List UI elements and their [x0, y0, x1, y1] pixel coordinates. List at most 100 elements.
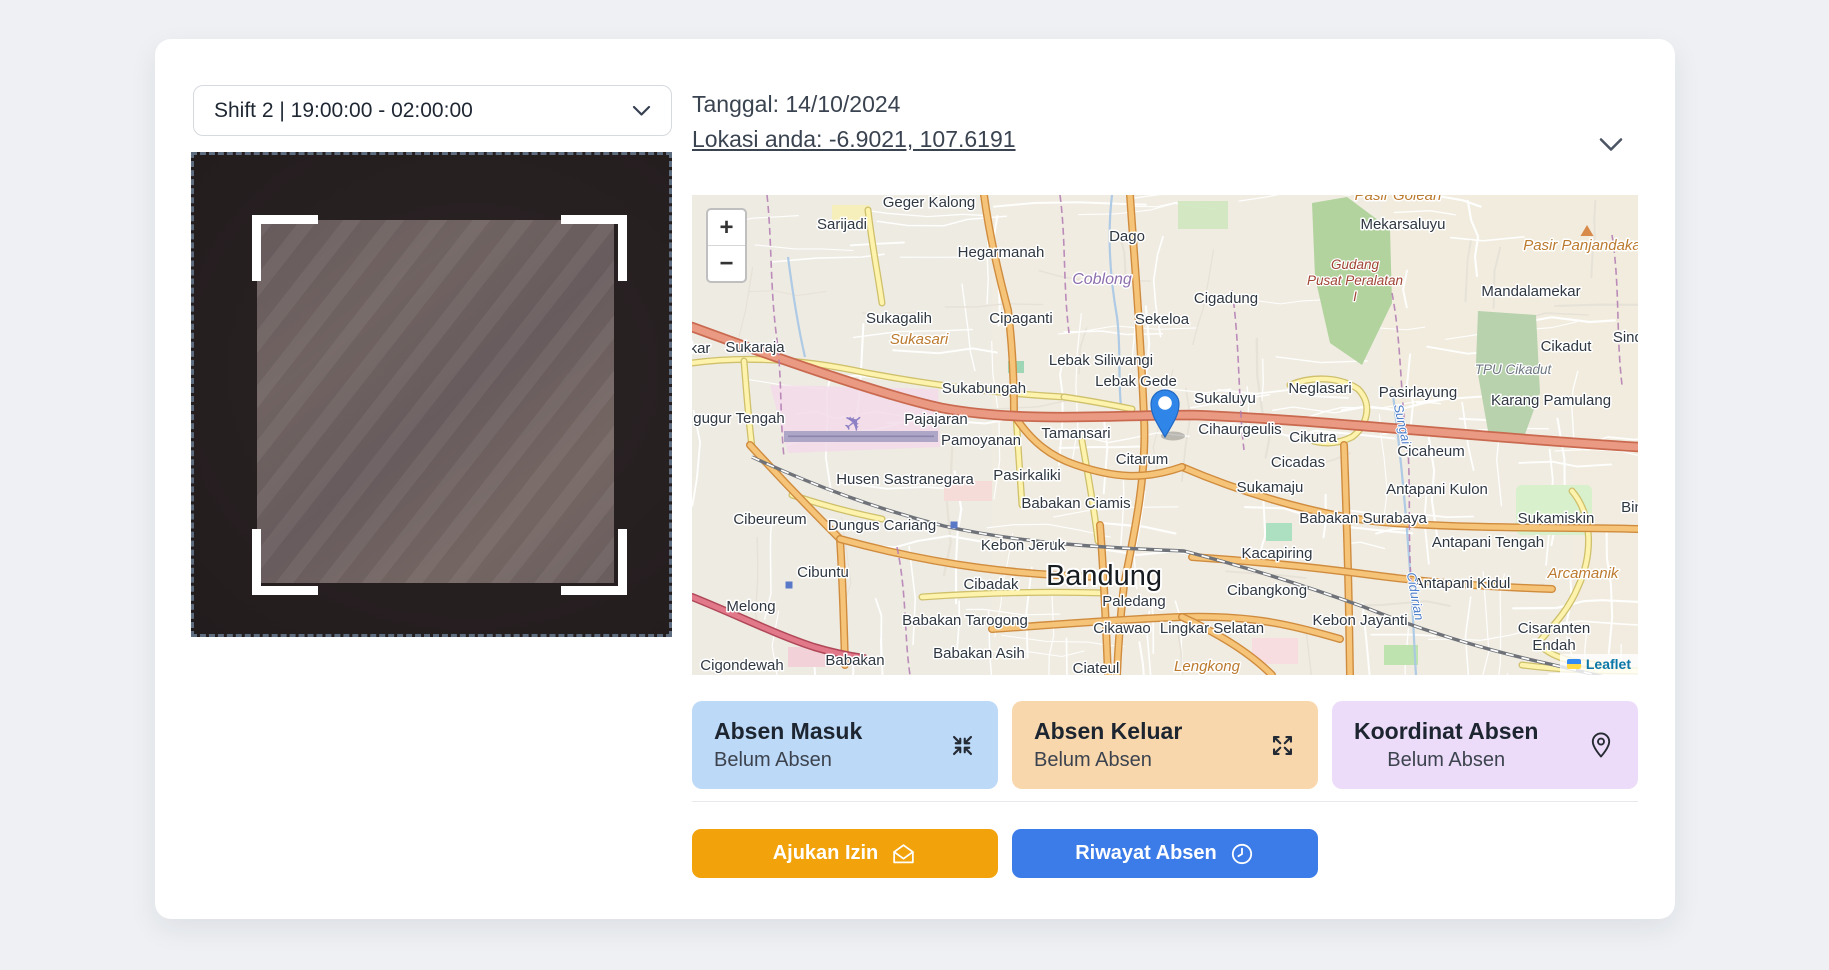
map-label: Babakan	[825, 652, 884, 669]
map-label: Sukaraja	[725, 339, 785, 356]
map-label: Husen Sastranegara	[836, 471, 974, 488]
map-label: Kacapiring	[1242, 545, 1313, 562]
date-label: Tanggal: 14/10/2024	[692, 91, 1016, 118]
map-label: Sarijadi	[817, 216, 867, 233]
map-label: Dago	[1109, 228, 1145, 245]
map-label: Cibeureum	[733, 511, 806, 528]
card-title: Absen Keluar	[1034, 718, 1182, 745]
map-label: Cihaurgeulis	[1198, 421, 1281, 438]
map-label: kar	[692, 340, 710, 357]
map-zoom-control: + −	[706, 208, 747, 283]
map-label: Cicadas	[1271, 454, 1325, 471]
card-status: Belum Absen	[714, 749, 862, 772]
map-label: Ciateul	[1073, 660, 1120, 675]
expand-arrows-icon	[1269, 732, 1296, 759]
map-label: Kebon Jeruk	[981, 537, 1066, 554]
frame-bracket-icon	[561, 529, 627, 595]
zoom-in-button[interactable]: +	[708, 210, 745, 246]
leaflet-map[interactable]: ✈Geger KalongSarijadiHegarmanahDagoSukag…	[692, 195, 1638, 675]
date-location-header: Tanggal: 14/10/2024 Lokasi anda: -6.9021…	[692, 91, 1016, 153]
map-label: Lebak Siliwangi	[1049, 352, 1153, 369]
card-title: Absen Masuk	[714, 718, 862, 745]
map-label: Pamoyanan	[941, 432, 1021, 449]
card-status: Belum Absen	[1034, 749, 1182, 772]
map-label: Cipaganti	[989, 310, 1052, 327]
map-label: Sukasari	[890, 331, 949, 348]
attribution-link: Leaflet	[1586, 656, 1631, 672]
map-label: Bin	[1621, 499, 1638, 516]
shift-select-value: Shift 2 | 19:00:00 - 02:00:00	[214, 99, 473, 123]
map-label: Cikadut	[1541, 338, 1593, 355]
map-label: Hegarmanah	[958, 244, 1045, 261]
frame-bracket-icon	[252, 529, 318, 595]
envelope-open-icon	[890, 841, 917, 866]
collapse-chevron-icon[interactable]	[1599, 137, 1623, 153]
map-label: Tamansari	[1041, 425, 1110, 442]
map-label: Antapani Kulon	[1386, 481, 1488, 498]
frame-bracket-icon	[252, 215, 318, 281]
map-label: Cibuntu	[797, 564, 849, 581]
map-label: Lingkar Selatan	[1160, 620, 1264, 637]
shift-select[interactable]: Shift 2 | 19:00:00 - 02:00:00	[193, 85, 672, 136]
map-label: Coblong	[1072, 271, 1132, 288]
button-label: Riwayat Absen	[1075, 842, 1217, 865]
riwayat-absen-button[interactable]: Riwayat Absen	[1012, 829, 1318, 878]
compress-arrows-icon	[949, 732, 976, 759]
map-label: Cisaranten	[1518, 620, 1591, 637]
card-status: Belum Absen	[1387, 749, 1505, 772]
button-label: Ajukan Izin	[773, 842, 879, 865]
map-label: Cibangkong	[1227, 582, 1307, 599]
map-label: Mandalamekar	[1481, 283, 1580, 300]
location-link[interactable]: Lokasi anda: -6.9021, 107.6191	[692, 126, 1016, 153]
map-label: Karang Pamulang	[1491, 392, 1611, 409]
map-canvas: ✈Geger KalongSarijadiHegarmanahDagoSukag…	[692, 195, 1638, 675]
map-label: Cicaheum	[1397, 443, 1465, 460]
camera-preview	[191, 152, 672, 637]
frame-bracket-icon	[561, 215, 627, 281]
map-label: I	[1353, 289, 1357, 304]
map-label: Paledang	[1102, 593, 1165, 610]
map-label: Babakan Surabaya	[1299, 510, 1427, 527]
map-label: Arcamanik	[1547, 565, 1620, 582]
map-label: Sukagalih	[866, 310, 932, 327]
map-label: Mekarsaluyu	[1360, 216, 1445, 233]
map-label: Babakan Asih	[933, 645, 1025, 662]
map-label: Endah	[1532, 637, 1575, 654]
map-label: Sekeloa	[1135, 311, 1190, 328]
map-label: Pasirlayung	[1379, 384, 1457, 401]
ajukan-izin-button[interactable]: Ajukan Izin	[692, 829, 998, 878]
map-label: Antapani Kidul	[1414, 575, 1511, 592]
map-label: Cikutra	[1289, 429, 1337, 446]
map-label: Sinda	[1613, 329, 1638, 346]
map-label: Babakan Ciamis	[1021, 495, 1130, 512]
map-label: Cibadak	[963, 576, 1019, 593]
map-attribution[interactable]: Leaflet	[1560, 654, 1638, 675]
map-label: Cigondewah	[700, 657, 783, 674]
koordinat-absen-card[interactable]: Koordinat Absen Belum Absen	[1332, 701, 1638, 789]
absen-keluar-card[interactable]: Absen Keluar Belum Absen	[1012, 701, 1318, 789]
clock-icon	[1229, 841, 1255, 867]
absen-masuk-card[interactable]: Absen Masuk Belum Absen	[692, 701, 998, 789]
map-label: Pasir Golean	[1355, 195, 1442, 204]
map-label: Gudang	[1331, 257, 1380, 272]
map-label: Pasir Panjandaka	[1523, 237, 1638, 254]
map-label: Babakan Tarogong	[902, 612, 1028, 629]
map-label: Citarum	[1116, 451, 1169, 468]
map-label: Sukaluyu	[1194, 390, 1256, 407]
chevron-down-icon	[632, 105, 651, 117]
divider	[692, 801, 1638, 802]
map-label: Lebak Gede	[1095, 373, 1177, 390]
map-label: Neglasari	[1288, 380, 1351, 397]
map-label: Cigadung	[1194, 290, 1258, 307]
card-title: Koordinat Absen	[1354, 718, 1538, 745]
map-label: Antapani Tengah	[1432, 534, 1544, 551]
map-label: Bandung	[1046, 560, 1162, 592]
map-label: Pasirkaliki	[993, 467, 1061, 484]
map-label: Melong	[726, 598, 775, 615]
map-label: Geger Kalong	[883, 195, 976, 211]
ukraine-flag-icon	[1567, 659, 1581, 669]
zoom-out-button[interactable]: −	[708, 246, 745, 281]
map-label: Cikawao	[1093, 620, 1151, 637]
map-label: Sukamaju	[1237, 479, 1304, 496]
map-label: Lengkong	[1174, 658, 1241, 675]
